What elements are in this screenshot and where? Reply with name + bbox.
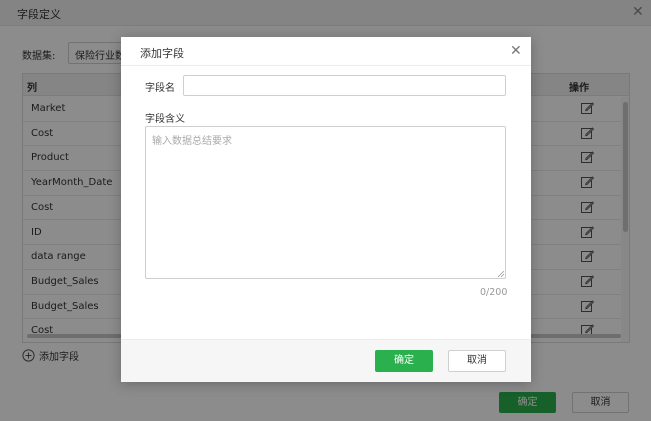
- dialog-header: 添加字段 ✕: [121, 37, 531, 66]
- field-meaning-label: 字段含义: [145, 114, 185, 125]
- field-meaning-textarea[interactable]: [145, 126, 506, 279]
- close-icon[interactable]: ✕: [510, 43, 522, 59]
- dialog-title: 添加字段: [140, 47, 184, 60]
- add-field-dialog: 添加字段 ✕ 字段名 字段含义 0/200 确定 取消: [121, 37, 531, 382]
- field-name-input[interactable]: [183, 75, 506, 96]
- dialog-ok-button[interactable]: 确定: [375, 350, 433, 372]
- resize-grip-icon[interactable]: [497, 270, 505, 278]
- field-name-label: 字段名: [145, 83, 175, 94]
- dialog-footer: 确定 取消: [121, 339, 531, 382]
- char-counter: 0/200: [480, 287, 508, 298]
- dialog-cancel-button[interactable]: 取消: [448, 350, 506, 372]
